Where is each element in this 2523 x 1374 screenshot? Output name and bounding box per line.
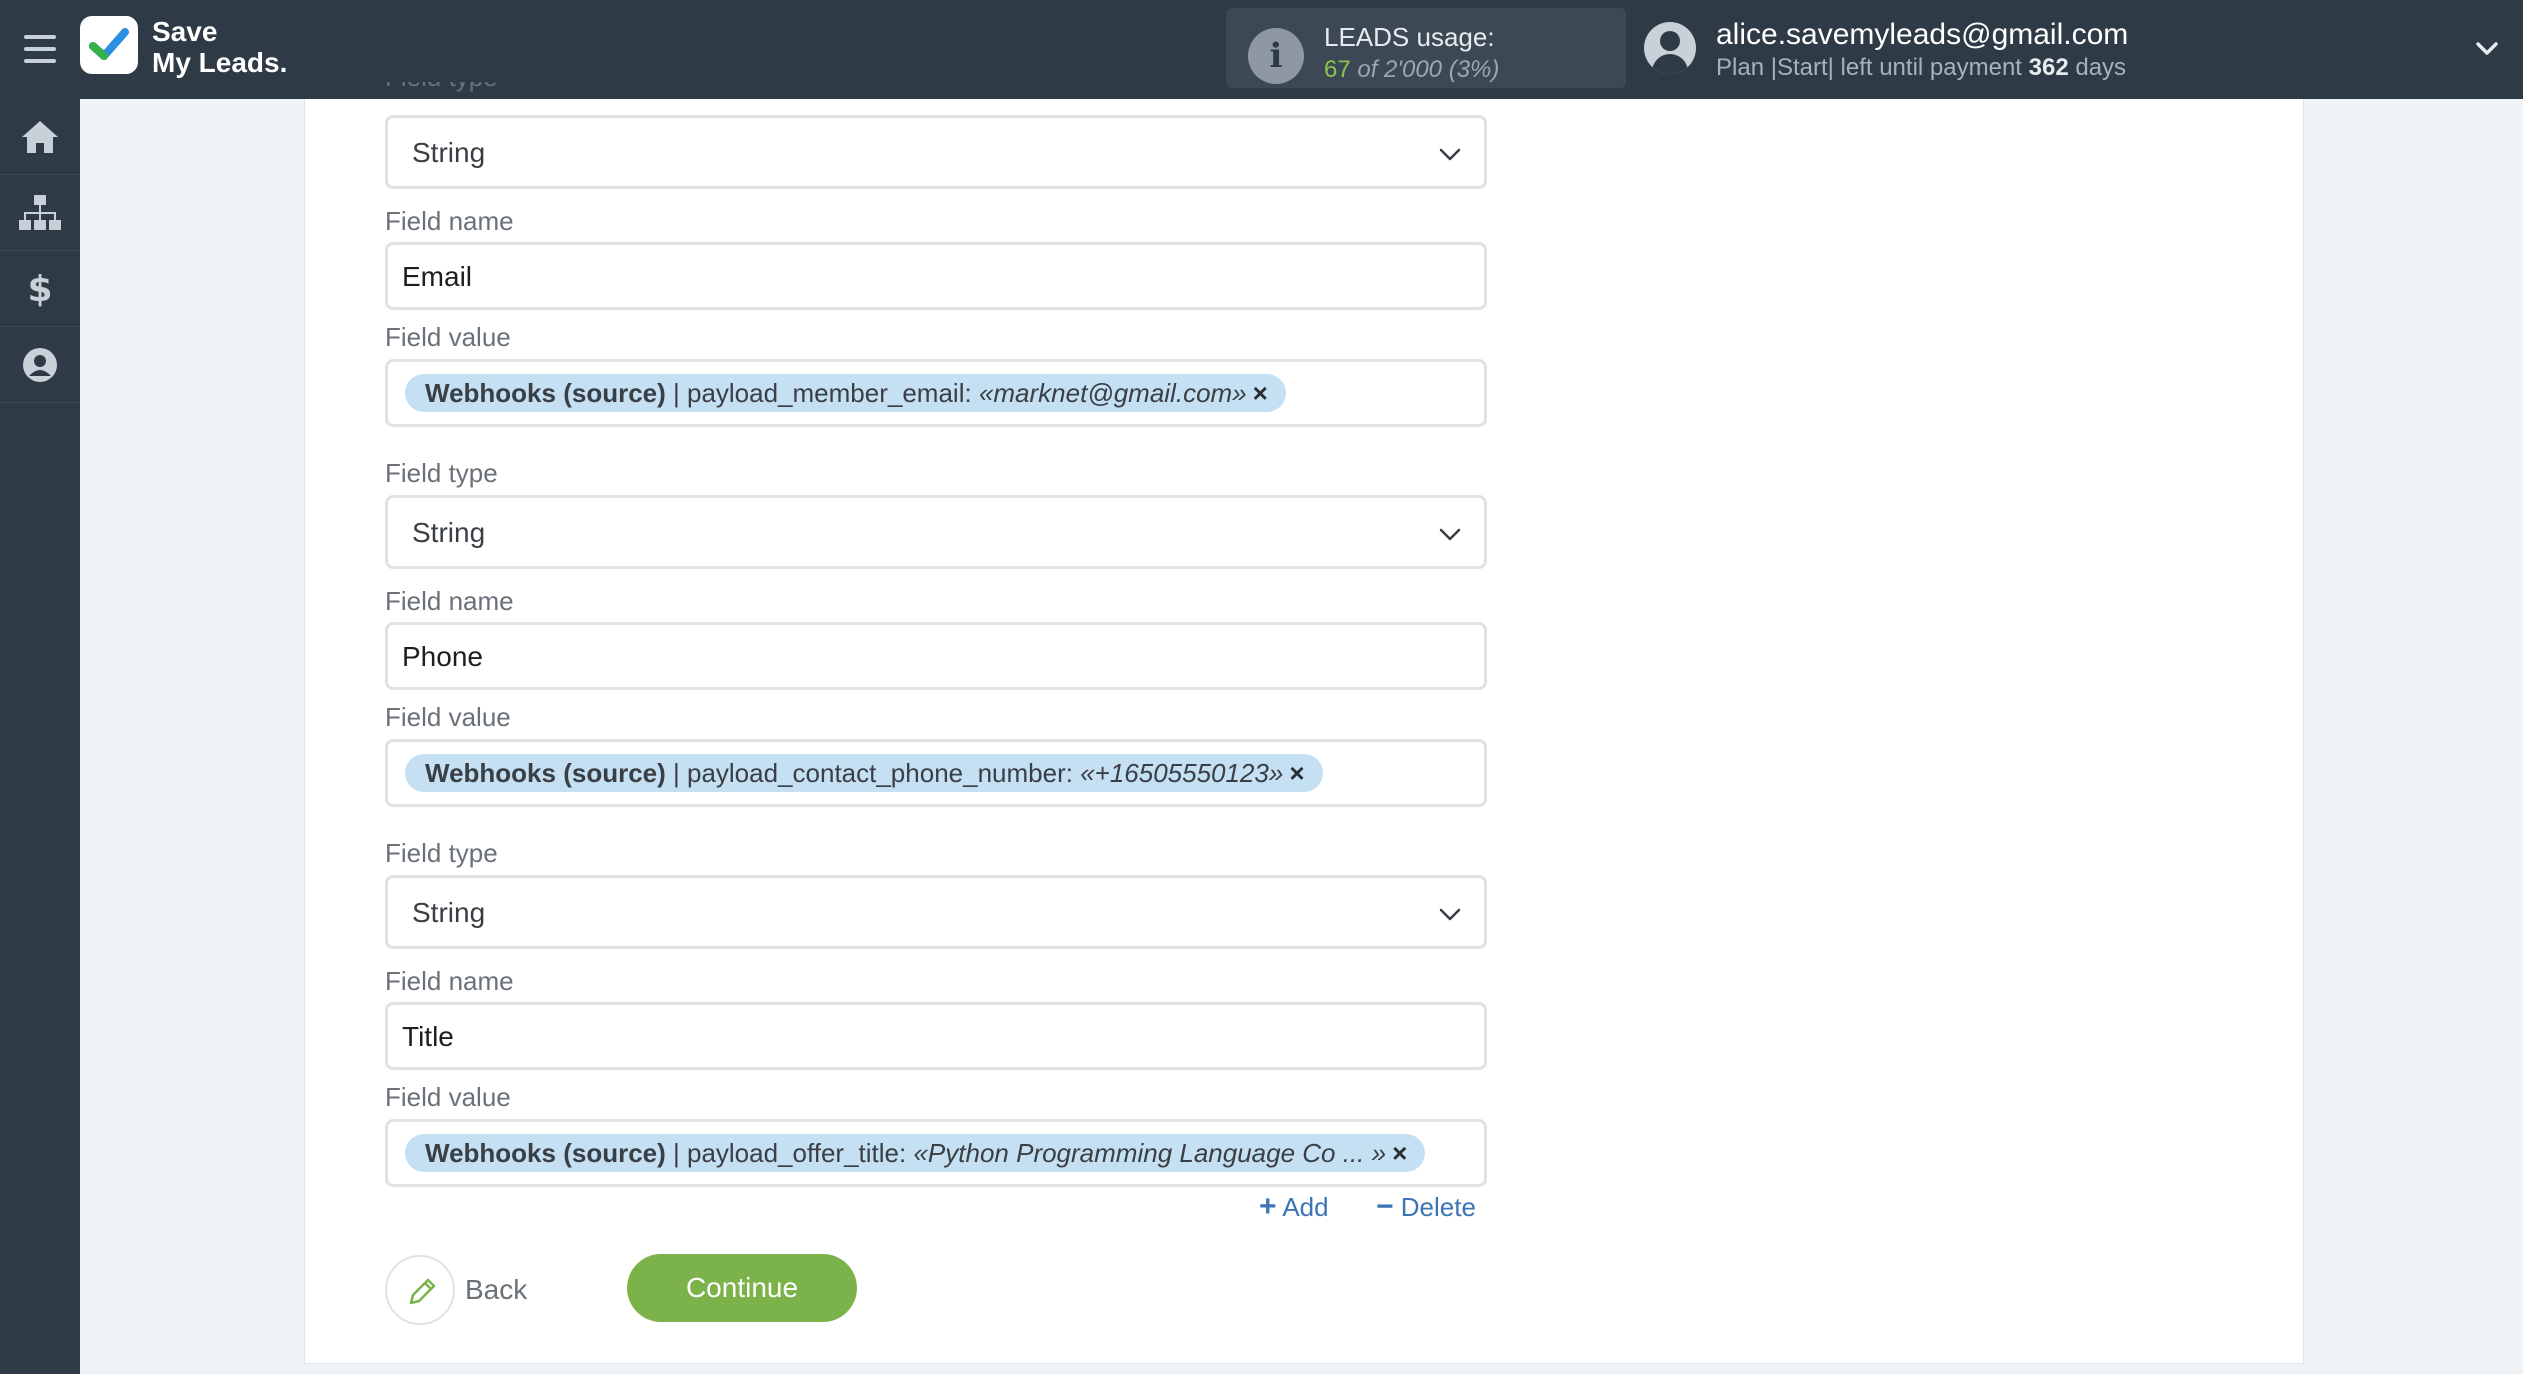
field-type-label: Field type <box>385 838 498 868</box>
user-avatar-icon[interactable] <box>1644 22 1696 74</box>
plan-text: Plan |Start| left until payment <box>1716 54 2022 81</box>
usage-of: of 2'000 <box>1357 56 1443 83</box>
field-value-label: Field value <box>385 322 511 352</box>
tag-key: payload_offer_title: <box>686 1138 907 1168</box>
field-type-value: String <box>412 137 486 168</box>
field-name-value: Phone <box>402 641 483 672</box>
tag-value: «+16505550123» <box>1080 758 1284 788</box>
account-chevron-down-icon[interactable] <box>2474 36 2500 62</box>
leads-usage-panel: i LEADS usage: 67 of 2'000 (3%) <box>1226 8 1626 88</box>
field-value-label: Field value <box>385 702 511 732</box>
tag-value: «marknet@gmail.com» <box>978 378 1247 408</box>
chevron-down-icon <box>1439 908 1461 921</box>
home-icon <box>22 120 58 153</box>
back-button[interactable] <box>385 1255 455 1325</box>
tag-separator: | <box>665 378 687 408</box>
field-name-input-email[interactable]: Email <box>385 242 1487 310</box>
usage-label: LEADS usage: <box>1324 22 1495 52</box>
field-value-box-phone[interactable]: Webhooks (source) | payload_contact_phon… <box>385 739 1487 807</box>
add-label: Add <box>1282 1192 1329 1222</box>
continue-button[interactable]: Continue <box>627 1254 857 1322</box>
sitemap-icon <box>19 194 61 230</box>
hamburger-menu-icon[interactable] <box>24 35 56 63</box>
field-name-label: Field name <box>385 586 514 616</box>
sidebar-item-connections[interactable] <box>0 175 80 251</box>
tag-source: Webhooks (source) <box>425 378 666 408</box>
back-label[interactable]: Back <box>465 1274 527 1306</box>
field-value-tag: Webhooks (source) | payload_offer_title:… <box>405 1134 1426 1172</box>
field-value-box-title[interactable]: Webhooks (source) | payload_offer_title:… <box>385 1119 1487 1187</box>
field-value-label: Field value <box>385 1082 511 1112</box>
field-name-value: Title <box>402 1021 454 1052</box>
brand-line-2: My Leads. <box>152 47 288 78</box>
pencil-icon <box>409 1278 436 1305</box>
delete-field-link[interactable]: − Delete <box>1376 1190 1476 1224</box>
field-type-select-email[interactable]: String <box>385 115 1487 189</box>
field-name-value: Email <box>402 261 473 292</box>
remove-tag-icon[interactable]: × <box>1253 374 1268 412</box>
tag-key: payload_member_email: <box>686 378 972 408</box>
checkmark-logo-icon <box>89 28 129 60</box>
field-value-tag: Webhooks (source) | payload_contact_phon… <box>405 754 1323 792</box>
remove-tag-icon[interactable]: × <box>1289 754 1304 792</box>
delete-label: Delete <box>1400 1192 1476 1222</box>
field-value-tag: Webhooks (source) | payload_member_email… <box>405 374 1286 412</box>
chevron-down-icon <box>1439 148 1461 161</box>
field-type-label-partial: Field type <box>385 82 498 96</box>
plan-days: 362 <box>2028 54 2069 81</box>
plus-icon: + <box>1259 1190 1277 1223</box>
minus-icon: − <box>1376 1190 1394 1223</box>
tag-source: Webhooks (source) <box>425 758 666 788</box>
tag-source: Webhooks (source) <box>425 1138 666 1168</box>
brand-line-1: Save <box>152 16 218 47</box>
field-type-select-phone[interactable]: String <box>385 495 1487 569</box>
tag-value: «Python Programming Language Co ... » <box>913 1138 1387 1168</box>
usage-percent: (3%) <box>1448 56 1500 83</box>
field-name-input-phone[interactable]: Phone <box>385 622 1487 690</box>
add-field-link[interactable]: + Add <box>1259 1190 1329 1224</box>
field-value-box-email[interactable]: Webhooks (source) | payload_member_email… <box>385 359 1487 427</box>
field-name-input-title[interactable]: Title <box>385 1002 1487 1070</box>
sidebar: $ <box>0 99 80 1374</box>
info-icon[interactable]: i <box>1248 28 1304 84</box>
user-email[interactable]: alice.savemyleads@gmail.com <box>1716 18 2128 52</box>
chevron-down-icon <box>1439 528 1461 541</box>
sidebar-item-home[interactable] <box>0 99 80 175</box>
field-name-label: Field name <box>385 966 514 996</box>
field-type-value: String <box>412 517 486 548</box>
tag-separator: | <box>665 1138 687 1168</box>
usage-used: 67 <box>1324 56 1351 83</box>
field-name-label: Field name <box>385 206 514 236</box>
remove-tag-icon[interactable]: × <box>1392 1134 1407 1172</box>
tag-separator: | <box>665 758 687 788</box>
tag-key: payload_contact_phone_number: <box>686 758 1073 788</box>
sidebar-item-profile[interactable] <box>0 327 80 403</box>
dollar-icon: $ <box>27 269 52 310</box>
plan-info: Plan |Start| left until payment 362 days <box>1716 54 2126 82</box>
savemyleads-logo[interactable] <box>80 16 138 74</box>
user-icon <box>23 347 57 382</box>
sidebar-item-billing[interactable]: $ <box>0 251 80 327</box>
plan-days-unit: days <box>2075 54 2127 81</box>
svg-text:$: $ <box>27 269 52 310</box>
usage-count: 67 of 2'000 (3%) <box>1324 56 1499 84</box>
field-type-label: Field type <box>385 458 498 488</box>
brand-name: Save My Leads. <box>152 16 287 78</box>
field-type-value: String <box>412 897 486 928</box>
top-bar: Save My Leads. i LEADS usage: 67 of 2'00… <box>0 0 2523 99</box>
field-type-select-title[interactable]: String <box>385 875 1487 949</box>
